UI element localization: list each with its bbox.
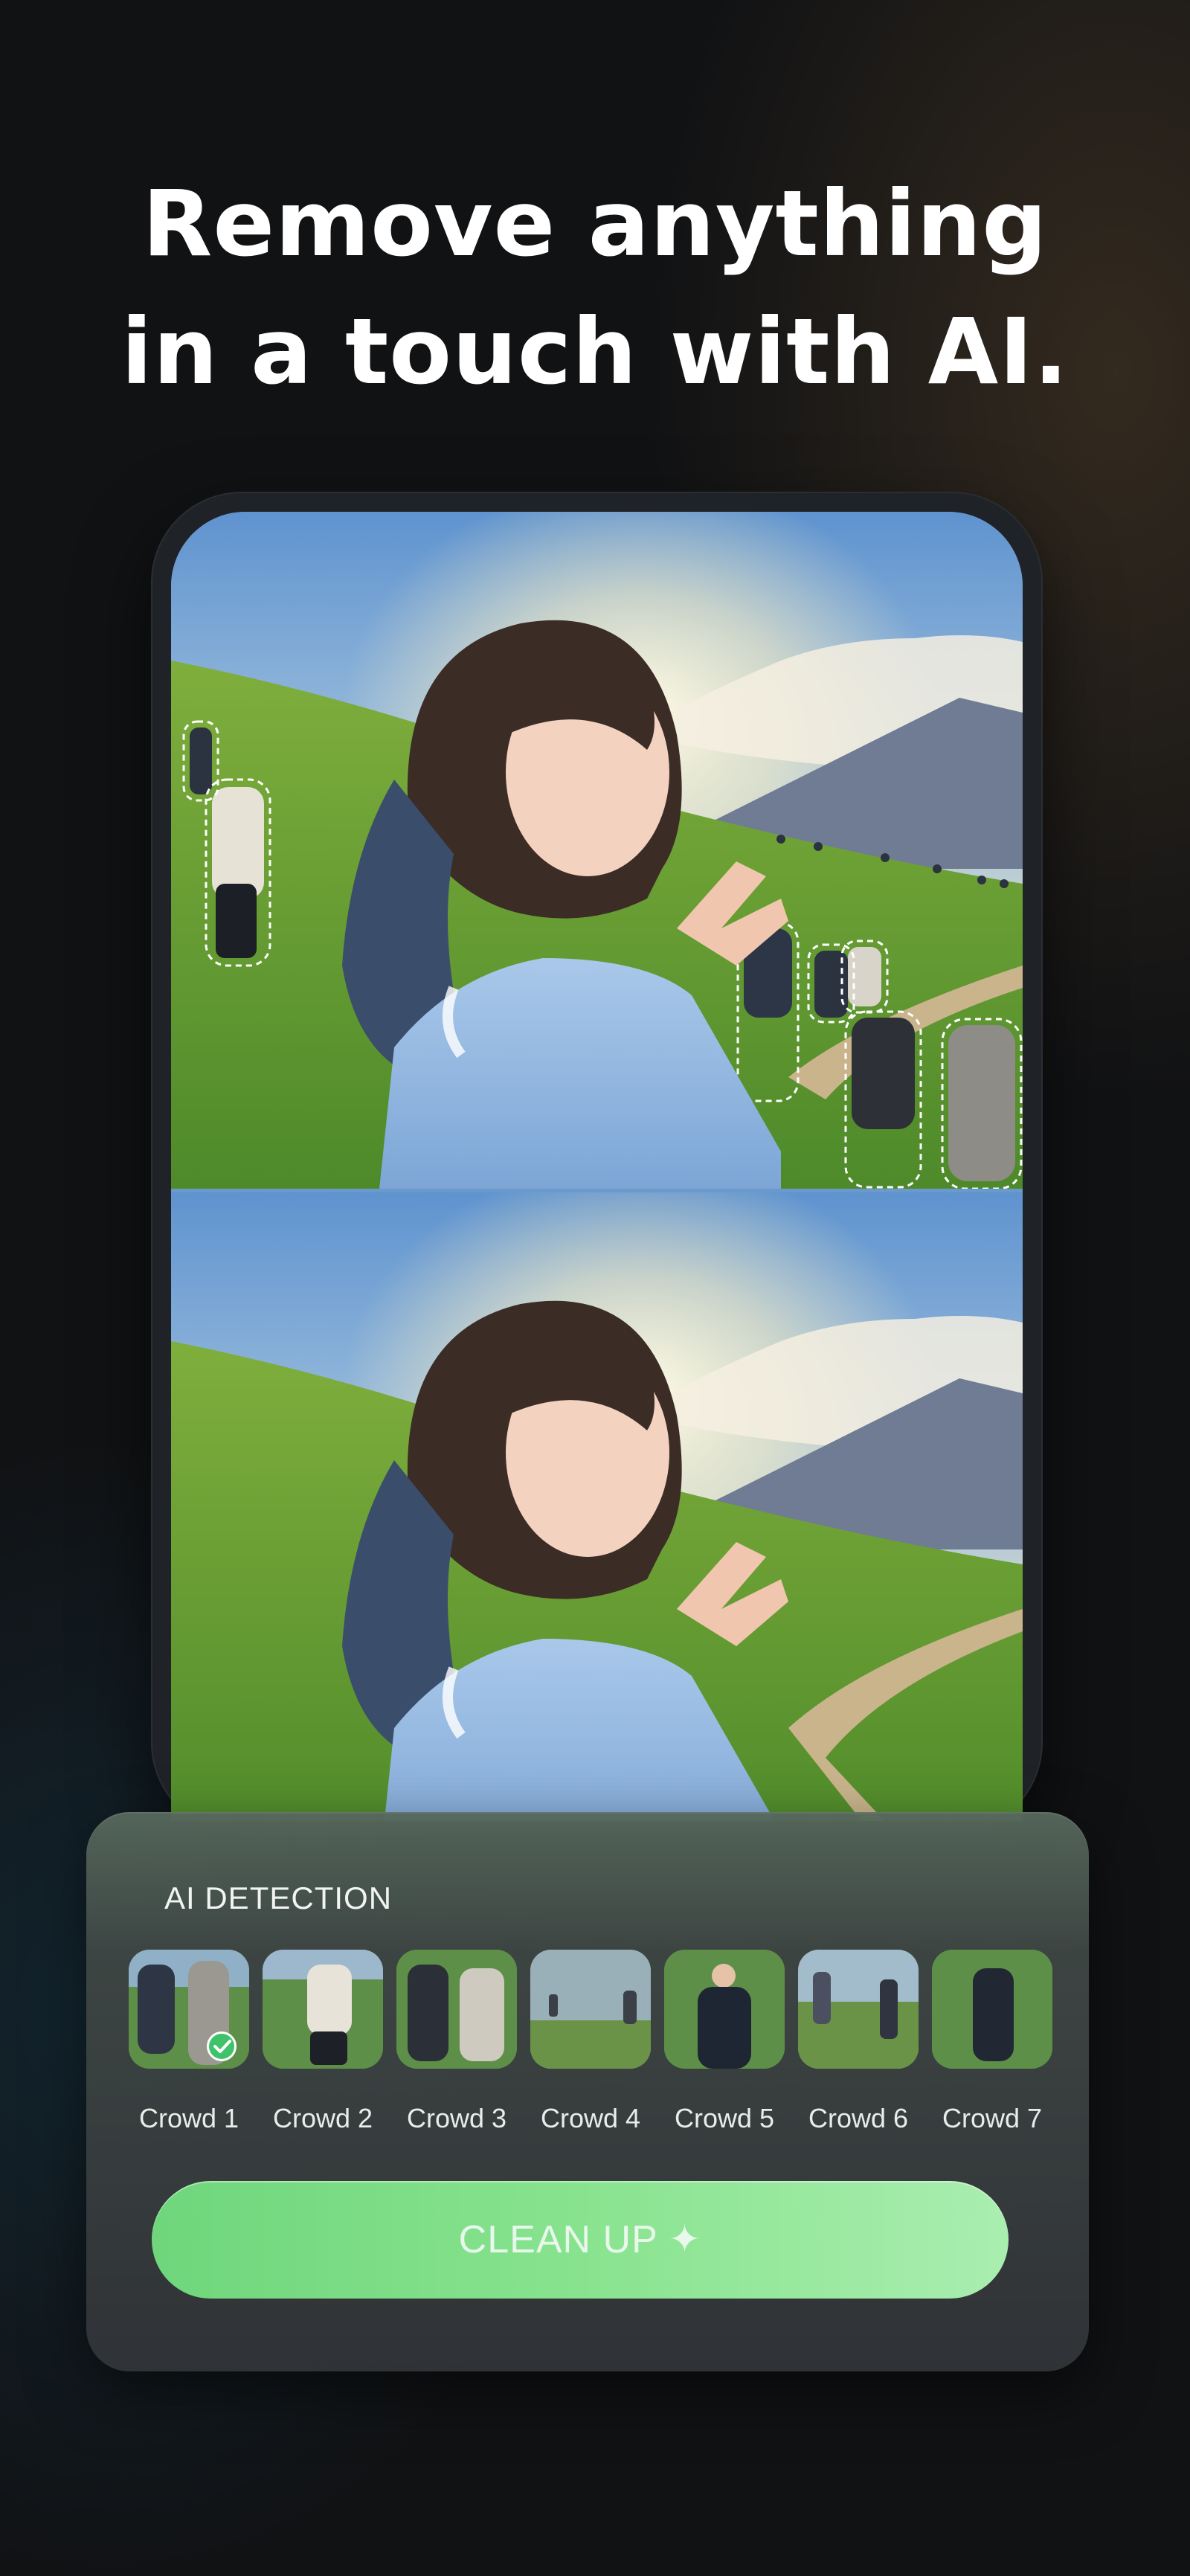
crowd-6-image (798, 1950, 919, 2069)
crowd-5-image (664, 1950, 785, 2069)
crowd-2-thumbnail[interactable] (263, 1950, 383, 2069)
crowd-3-thumbnail[interactable] (396, 1950, 517, 2069)
crowd-3-label: Crowd 3 (406, 2103, 507, 2133)
crowd-thumbnail-list: Crowd 1 Crowd 2 Crowd 3 Crowd 4 Crowd 5 … (129, 1950, 1052, 2133)
phone-screen (171, 512, 1023, 1821)
clean-up-label-wrap: CLEAN UP ✦ (152, 2181, 1009, 2299)
crowd-7-label: Crowd 7 (942, 2103, 1043, 2133)
headline-line-2: in a touch with AI. (121, 299, 1069, 405)
ai-detection-panel: AI DETECTION Crowd 1 Crowd 2 Crowd 3 Cro… (86, 1812, 1089, 2371)
crowd-1-thumbnail[interactable] (129, 1950, 249, 2069)
ai-detection-title: AI DETECTION (164, 1880, 393, 1915)
selected-check-icon (207, 2031, 237, 2061)
crowd-5-label: Crowd 5 (674, 2103, 775, 2133)
crowd-1-label: Crowd 1 (138, 2103, 239, 2133)
headline-line-1: Remove anything (142, 171, 1048, 277)
crowd-4-thumbnail[interactable] (530, 1950, 651, 2069)
crowd-5-thumbnail[interactable] (664, 1950, 785, 2069)
before-photo (171, 512, 1023, 1189)
crowd-2-image (263, 1950, 383, 2069)
sparkle-icon: ✦ (668, 2218, 702, 2261)
clean-up-button[interactable]: CLEAN UP ✦ (152, 2181, 1009, 2299)
before-photo-image (171, 512, 1023, 1189)
crowd-6-thumbnail[interactable] (798, 1950, 919, 2069)
headline: Remove anything in a touch with AI. (0, 160, 1190, 416)
crowd-4-label: Crowd 4 (540, 2103, 641, 2133)
phone-mockup (152, 493, 1041, 1832)
crowd-4-image (530, 1950, 651, 2069)
after-photo (171, 1192, 1023, 1821)
crowd-2-label: Crowd 2 (272, 2103, 373, 2133)
crowd-6-label: Crowd 6 (808, 2103, 909, 2133)
crowd-3-image (396, 1950, 517, 2069)
after-photo-image (171, 1192, 1023, 1821)
crowd-7-thumbnail[interactable] (932, 1950, 1052, 2069)
clean-up-label: CLEAN UP (458, 2218, 658, 2261)
crowd-7-image (932, 1950, 1052, 2069)
